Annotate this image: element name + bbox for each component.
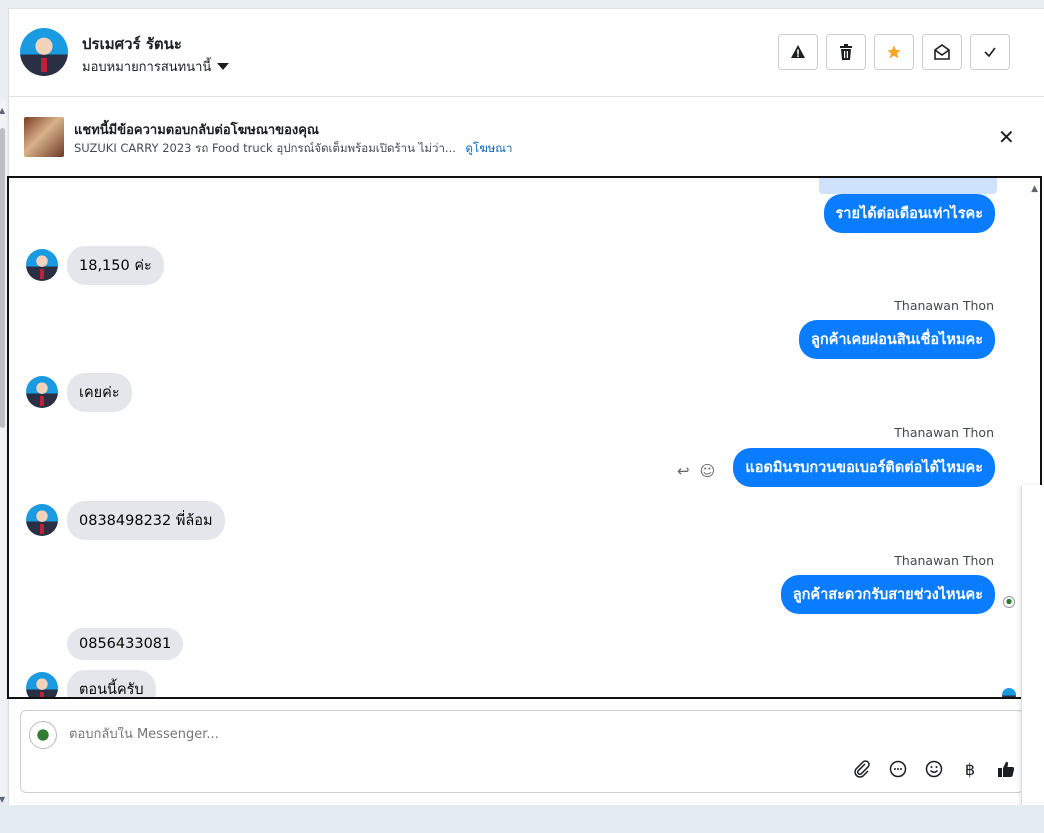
reply-icon[interactable]: ↩ xyxy=(677,462,690,480)
avatar[interactable] xyxy=(26,672,58,697)
message-hover-actions: ↩ ☺ xyxy=(677,462,715,480)
message-incoming[interactable]: 0838498232 พี่ล้อม xyxy=(67,501,225,540)
message-bubble: 18,150 ค่ะ xyxy=(67,246,164,285)
message-bubble: 0838498232 พี่ล้อม xyxy=(67,501,225,540)
bottom-bar xyxy=(0,805,1044,833)
ad-banner-subtitle: SUZUKI CARRY 2023 รถ Food truck อุปกรณ์จ… xyxy=(74,140,512,158)
message-incoming[interactable]: ตอนนี้ครับ xyxy=(67,670,156,697)
reply-composer: ฿ xyxy=(20,710,1024,793)
envelope-open-icon xyxy=(934,44,950,60)
chat-bubble-icon[interactable] xyxy=(887,758,909,780)
assign-conversation-dropdown[interactable]: มอบหมายการสนทนานี้ xyxy=(82,56,230,77)
scroll-up-icon[interactable]: ▲ xyxy=(1031,184,1038,194)
message-incoming[interactable]: 0856433081 xyxy=(67,628,184,660)
read-receipt-avatar xyxy=(1002,688,1016,697)
avatar[interactable] xyxy=(20,28,68,76)
trash-icon xyxy=(840,44,852,60)
conversation-header: ปรเมศวร์ รัตนะ มอบหมายการสนทนานี้ xyxy=(20,28,1020,80)
mark-unread-button[interactable] xyxy=(922,34,962,70)
reply-input[interactable] xyxy=(69,727,969,742)
left-scrollbar[interactable]: ▲ ▼ xyxy=(0,100,6,804)
side-panel-collapsed[interactable] xyxy=(1021,485,1044,820)
avatar[interactable] xyxy=(26,504,58,536)
contact-name[interactable]: ปรเมศวร์ รัตนะ xyxy=(82,32,182,56)
header-actions xyxy=(778,34,1010,70)
close-icon[interactable]: ✕ xyxy=(998,125,1015,149)
message-bubble: แอดมินรบกวนขอเบอร์ติดต่อได้ไหมคะ xyxy=(733,448,995,487)
message-outgoing[interactable]: ลูกค้าสะดวกรับสายช่วงไหนคะ xyxy=(780,575,995,614)
assign-label: มอบหมายการสนทนานี้ xyxy=(82,60,212,75)
message-bubble: รายได้ต่อเดือนเท่าไรคะ xyxy=(823,194,995,233)
scroll-thumb[interactable] xyxy=(0,128,5,428)
message-bubble: ตอนนี้ครับ xyxy=(67,670,156,697)
check-icon xyxy=(984,47,996,58)
thumbs-up-icon[interactable] xyxy=(995,758,1017,780)
ad-reply-banner: แชทนี้มีข้อความตอบกลับต่อโฆษณาของคุณ SUZ… xyxy=(24,117,1024,161)
message-bubble: เคยค่ะ xyxy=(67,373,132,412)
quoted-reply-preview xyxy=(819,178,997,194)
delete-button[interactable] xyxy=(826,34,866,70)
page-avatar xyxy=(29,721,57,749)
star-icon xyxy=(887,45,901,59)
message-incoming[interactable]: 18,150 ค่ะ xyxy=(67,246,164,285)
scroll-up-icon[interactable]: ▲ xyxy=(0,106,5,115)
message-outgoing[interactable]: รายได้ต่อเดือนเท่าไรคะ xyxy=(823,194,995,233)
avatar[interactable] xyxy=(26,376,58,408)
message-incoming[interactable]: เคยค่ะ xyxy=(67,373,132,412)
mark-done-button[interactable] xyxy=(970,34,1010,70)
seen-indicator-icon xyxy=(1003,596,1015,608)
ad-banner-title: แชทนี้มีข้อความตอบกลับต่อโฆษณาของคุณ xyxy=(74,123,319,138)
divider xyxy=(8,96,1044,97)
message-outgoing[interactable]: ลูกค้าเคยผ่อนสินเชื่อไหมคะ xyxy=(799,320,995,359)
message-outgoing[interactable]: แอดมินรบกวนขอเบอร์ติดต่อได้ไหมคะ xyxy=(733,448,995,487)
alert-icon xyxy=(791,45,805,58)
message-bubble: ลูกค้าเคยผ่อนสินเชื่อไหมคะ xyxy=(799,320,995,359)
composer-tools: ฿ xyxy=(851,758,1017,780)
message-bubble: ลูกค้าสะดวกรับสายช่วงไหนคะ xyxy=(780,575,995,614)
sender-name: Thanawan Thon xyxy=(894,298,994,313)
message-bubble: 0856433081 xyxy=(67,628,184,660)
emoji-icon[interactable] xyxy=(923,758,945,780)
sender-name: Thanawan Thon xyxy=(894,553,994,568)
caret-down-icon xyxy=(217,63,230,70)
scroll-down-icon[interactable]: ▼ xyxy=(0,795,5,804)
avatar[interactable] xyxy=(26,249,58,281)
message-thread[interactable]: ▲ รายได้ต่อเดือนเท่าไรคะ 18,150 ค่ะ Than… xyxy=(7,176,1042,699)
report-spam-button[interactable] xyxy=(778,34,818,70)
view-ad-link[interactable]: ดูโฆษณา xyxy=(466,141,513,155)
ad-thumbnail[interactable] xyxy=(24,117,64,157)
star-button[interactable] xyxy=(874,34,914,70)
ad-description: SUZUKI CARRY 2023 รถ Food truck อุปกรณ์จ… xyxy=(74,141,456,155)
sender-name: Thanawan Thon xyxy=(894,425,994,440)
paperclip-icon[interactable] xyxy=(851,758,873,780)
emoji-react-icon[interactable]: ☺ xyxy=(700,462,716,480)
baht-icon[interactable]: ฿ xyxy=(959,758,981,780)
